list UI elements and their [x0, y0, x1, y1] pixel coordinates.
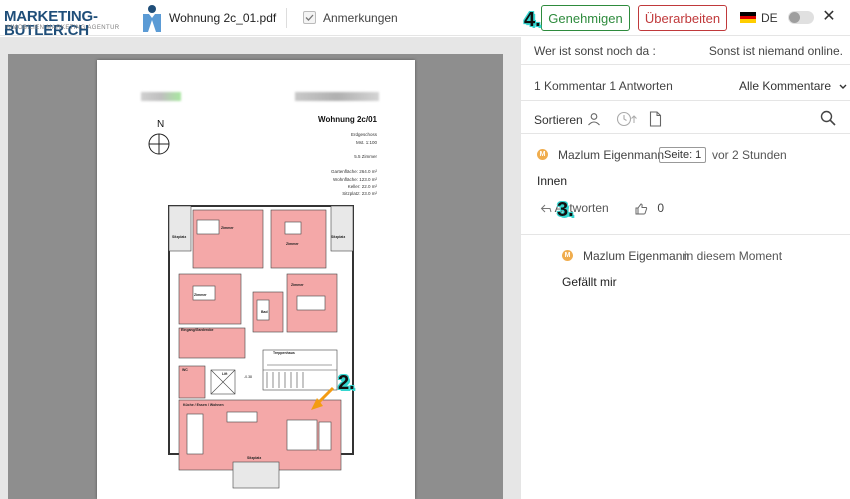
- plan-rooms: 5.5 Zimmer: [354, 154, 377, 159]
- plan-garden-area: Gartenfläche: 264.0 m²: [330, 169, 377, 174]
- step-2-callout: 2.: [338, 372, 355, 394]
- room-label-treppenhaus: Treppenhaus: [273, 351, 295, 355]
- page-icon[interactable]: [649, 111, 662, 127]
- room-label-level: -0.38: [244, 375, 252, 379]
- panel-divider: [521, 100, 850, 101]
- reply-text: Gefällt mir: [562, 275, 617, 289]
- company-logo[interactable]: MARKETING-BUTLER.CH IMMOBILIEN MARKETING…: [4, 4, 162, 38]
- room-label-sitzplatz-right: Sitzplatz: [331, 235, 346, 239]
- room-label-zimmer-4: Zimmer: [291, 283, 304, 287]
- room-label-kueche: Küche / Essen / Wohnen: [183, 403, 224, 407]
- step-4-callout: 4.: [524, 9, 541, 31]
- blurred-logo-right: [295, 92, 379, 101]
- blurred-logo-left: [141, 92, 181, 101]
- panel-divider: [521, 234, 850, 235]
- annotations-checkbox[interactable]: [303, 11, 316, 24]
- approve-button[interactable]: Genehmigen: [541, 5, 630, 31]
- room-label-sitzplatz-left: Sitzplatz: [172, 235, 187, 239]
- page-badge[interactable]: Seite: 1: [659, 147, 707, 163]
- floor-plan: [168, 205, 354, 489]
- toolbar-divider: [286, 8, 287, 28]
- annotations-label[interactable]: Anmerkungen: [323, 11, 398, 25]
- thumbs-up-icon: [635, 203, 648, 215]
- panel-divider: [521, 133, 850, 134]
- close-icon[interactable]: ✕: [822, 9, 836, 25]
- check-icon: [305, 14, 314, 21]
- step-3-callout: 3.: [557, 199, 574, 221]
- language-toggle[interactable]: [788, 11, 814, 24]
- plan-living-area: Wohnfläche: 123.0 m²: [333, 177, 377, 182]
- logo-text: MARKETING-BUTLER.CH: [4, 8, 98, 39]
- comment-author: Mazlum Eigenmann: [558, 148, 665, 162]
- room-label-bad: Bad: [261, 310, 268, 314]
- butler-logo-icon: [143, 5, 161, 32]
- comments-panel: Wer ist sonst noch da : Sonst ist nieman…: [520, 37, 850, 499]
- plan-title: Wohnung 2c/01: [318, 115, 377, 124]
- avatar: M: [537, 149, 548, 160]
- comment-time: vor 2 Stunden: [712, 148, 787, 162]
- comment-text: Innen: [537, 174, 568, 188]
- comment-count: 1 Kommentar 1 Antworten: [534, 79, 673, 93]
- panel-divider: [521, 64, 850, 65]
- german-flag-icon[interactable]: [740, 12, 756, 23]
- user-icon[interactable]: [587, 112, 601, 126]
- room-label-zimmer-1: Zimmer: [221, 226, 234, 230]
- room-label-lift: Lift: [222, 372, 228, 376]
- plan-floor: Erdgeschoss: [350, 132, 377, 137]
- north-label: N: [157, 119, 165, 130]
- room-label-wc: WC: [182, 368, 188, 372]
- chevron-down-icon: [839, 84, 847, 89]
- plan-cellar: Keller: 22.0 m²: [347, 184, 377, 189]
- search-icon[interactable]: [820, 110, 836, 126]
- reply-icon: [540, 204, 552, 213]
- avatar: M: [562, 250, 573, 261]
- online-users-status: Sonst ist niemand online.: [708, 44, 843, 58]
- reply-time: in diesem Moment: [684, 249, 783, 263]
- logo-tagline: IMMOBILIEN MARKETING AGENTUR: [5, 25, 120, 31]
- like-count: 0: [657, 201, 665, 215]
- reply-author: Mazlum Eigenmann: [583, 249, 690, 263]
- plan-seating-area: Sitzplatz: 23.0 m²: [342, 191, 377, 196]
- room-label-zimmer-2: Zimmer: [286, 242, 299, 246]
- room-label-zimmer-3: Zimmer: [194, 293, 207, 297]
- pdf-page[interactable]: Wohnung 2c/01 Erdgeschoss Mst. 1:100 5.5…: [97, 60, 415, 499]
- document-filename: Wohnung 2c_01.pdf: [169, 11, 277, 25]
- clock-icon[interactable]: [616, 111, 640, 127]
- language-label[interactable]: DE: [761, 11, 778, 25]
- reply-button[interactable]: Antworten: [540, 201, 609, 215]
- online-users-label: Wer ist sonst noch da :: [534, 44, 656, 58]
- plan-scale: Mst. 1:100: [355, 140, 377, 145]
- compass-icon: [148, 133, 170, 155]
- comment-filter-dropdown[interactable]: Alle Kommentare: [739, 79, 848, 93]
- sort-label: Sortieren: [534, 113, 583, 127]
- top-bar: MARKETING-BUTLER.CH IMMOBILIEN MARKETING…: [0, 0, 850, 38]
- revise-button[interactable]: Überarbeiten: [638, 5, 727, 31]
- comment-filter-label: Alle Kommentare: [739, 79, 832, 93]
- like-button[interactable]: 0: [635, 201, 664, 215]
- room-label-eingang: Eingang/Garderobe: [181, 328, 214, 332]
- room-label-sitzplatz-bottom: Sitzplatz: [247, 456, 262, 460]
